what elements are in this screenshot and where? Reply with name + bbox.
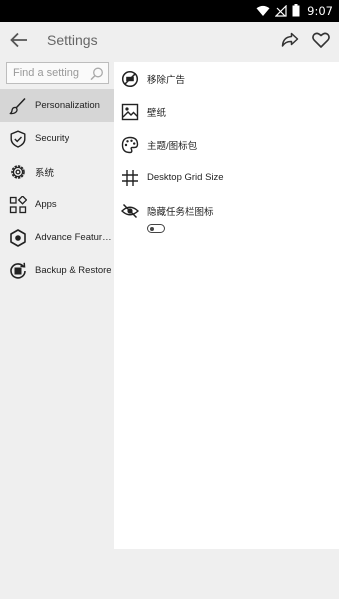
wifi-icon	[256, 2, 270, 21]
content-panel: 移除广告 壁纸 主题/图标包 Desktop Grid Size 隐藏任务栏图标	[114, 62, 339, 549]
remove-ads-row[interactable]: 移除广告	[114, 62, 339, 95]
row-label: Desktop Grid Size	[147, 172, 224, 183]
gear-icon	[9, 163, 27, 181]
share-icon	[281, 32, 299, 52]
hide-taskbar-icon-row[interactable]: 隐藏任务栏图标	[114, 194, 339, 227]
sidebar-item-personalization[interactable]: Personalization	[0, 89, 114, 122]
row-label: 移除广告	[147, 74, 186, 86]
sidebar-item-advance-features[interactable]: Advance Featur…	[0, 221, 114, 254]
sidebar-item-backup-restore[interactable]: Backup & Restore	[0, 254, 114, 287]
sidebar-item-label: Advance Featur…	[35, 232, 111, 243]
apps-grid-icon	[9, 195, 27, 214]
no-ads-icon	[121, 70, 139, 88]
search-icon[interactable]	[90, 66, 104, 81]
brush-icon	[9, 97, 27, 115]
desktop-grid-size-row[interactable]: Desktop Grid Size	[114, 161, 339, 194]
sidebar-item-label: Personalization	[35, 100, 100, 111]
sidebar: Personalization Security 系统 Apps Advance…	[0, 62, 114, 550]
status-time: 9:07	[307, 4, 333, 18]
status-bar: 9:07	[0, 0, 339, 22]
row-label: 隐藏任务栏图标	[147, 206, 214, 218]
heart-icon	[312, 32, 330, 52]
nav-list: Personalization Security 系统 Apps Advance…	[0, 89, 114, 287]
row-label: 壁纸	[147, 107, 167, 119]
sidebar-item-security[interactable]: Security	[0, 122, 114, 155]
grid-icon	[121, 169, 139, 187]
sidebar-item-label: 系统	[35, 167, 55, 179]
image-icon	[121, 103, 139, 121]
app-bar: Settings	[0, 22, 339, 62]
favorite-button[interactable]	[308, 29, 334, 55]
theme-icon-pack-row[interactable]: 主题/图标包	[114, 128, 339, 161]
back-button[interactable]	[6, 29, 32, 55]
sidebar-item-label: Security	[35, 133, 70, 144]
share-button[interactable]	[277, 29, 303, 55]
sidebar-item-label: Apps	[35, 199, 57, 210]
arrow-left-icon	[10, 32, 28, 52]
search-input[interactable]	[7, 67, 93, 79]
signal-off-icon	[274, 2, 287, 21]
toggle-knob	[150, 226, 154, 231]
page-title: Settings	[47, 32, 98, 48]
palette-icon	[121, 136, 139, 154]
hide-taskbar-icon-toggle[interactable]	[147, 224, 165, 233]
search-box	[6, 62, 109, 84]
sidebar-item-system[interactable]: 系统	[0, 155, 114, 188]
status-icons: 9:07	[256, 3, 333, 19]
row-label: 主题/图标包	[147, 140, 198, 152]
backup-icon	[9, 262, 27, 280]
shield-icon	[9, 130, 27, 148]
battery-icon	[292, 2, 300, 21]
eye-off-icon	[121, 202, 139, 220]
wallpaper-row[interactable]: 壁纸	[114, 95, 339, 128]
hexagon-icon	[9, 228, 27, 247]
sidebar-item-apps[interactable]: Apps	[0, 188, 114, 221]
sidebar-item-label: Backup & Restore	[35, 265, 111, 276]
